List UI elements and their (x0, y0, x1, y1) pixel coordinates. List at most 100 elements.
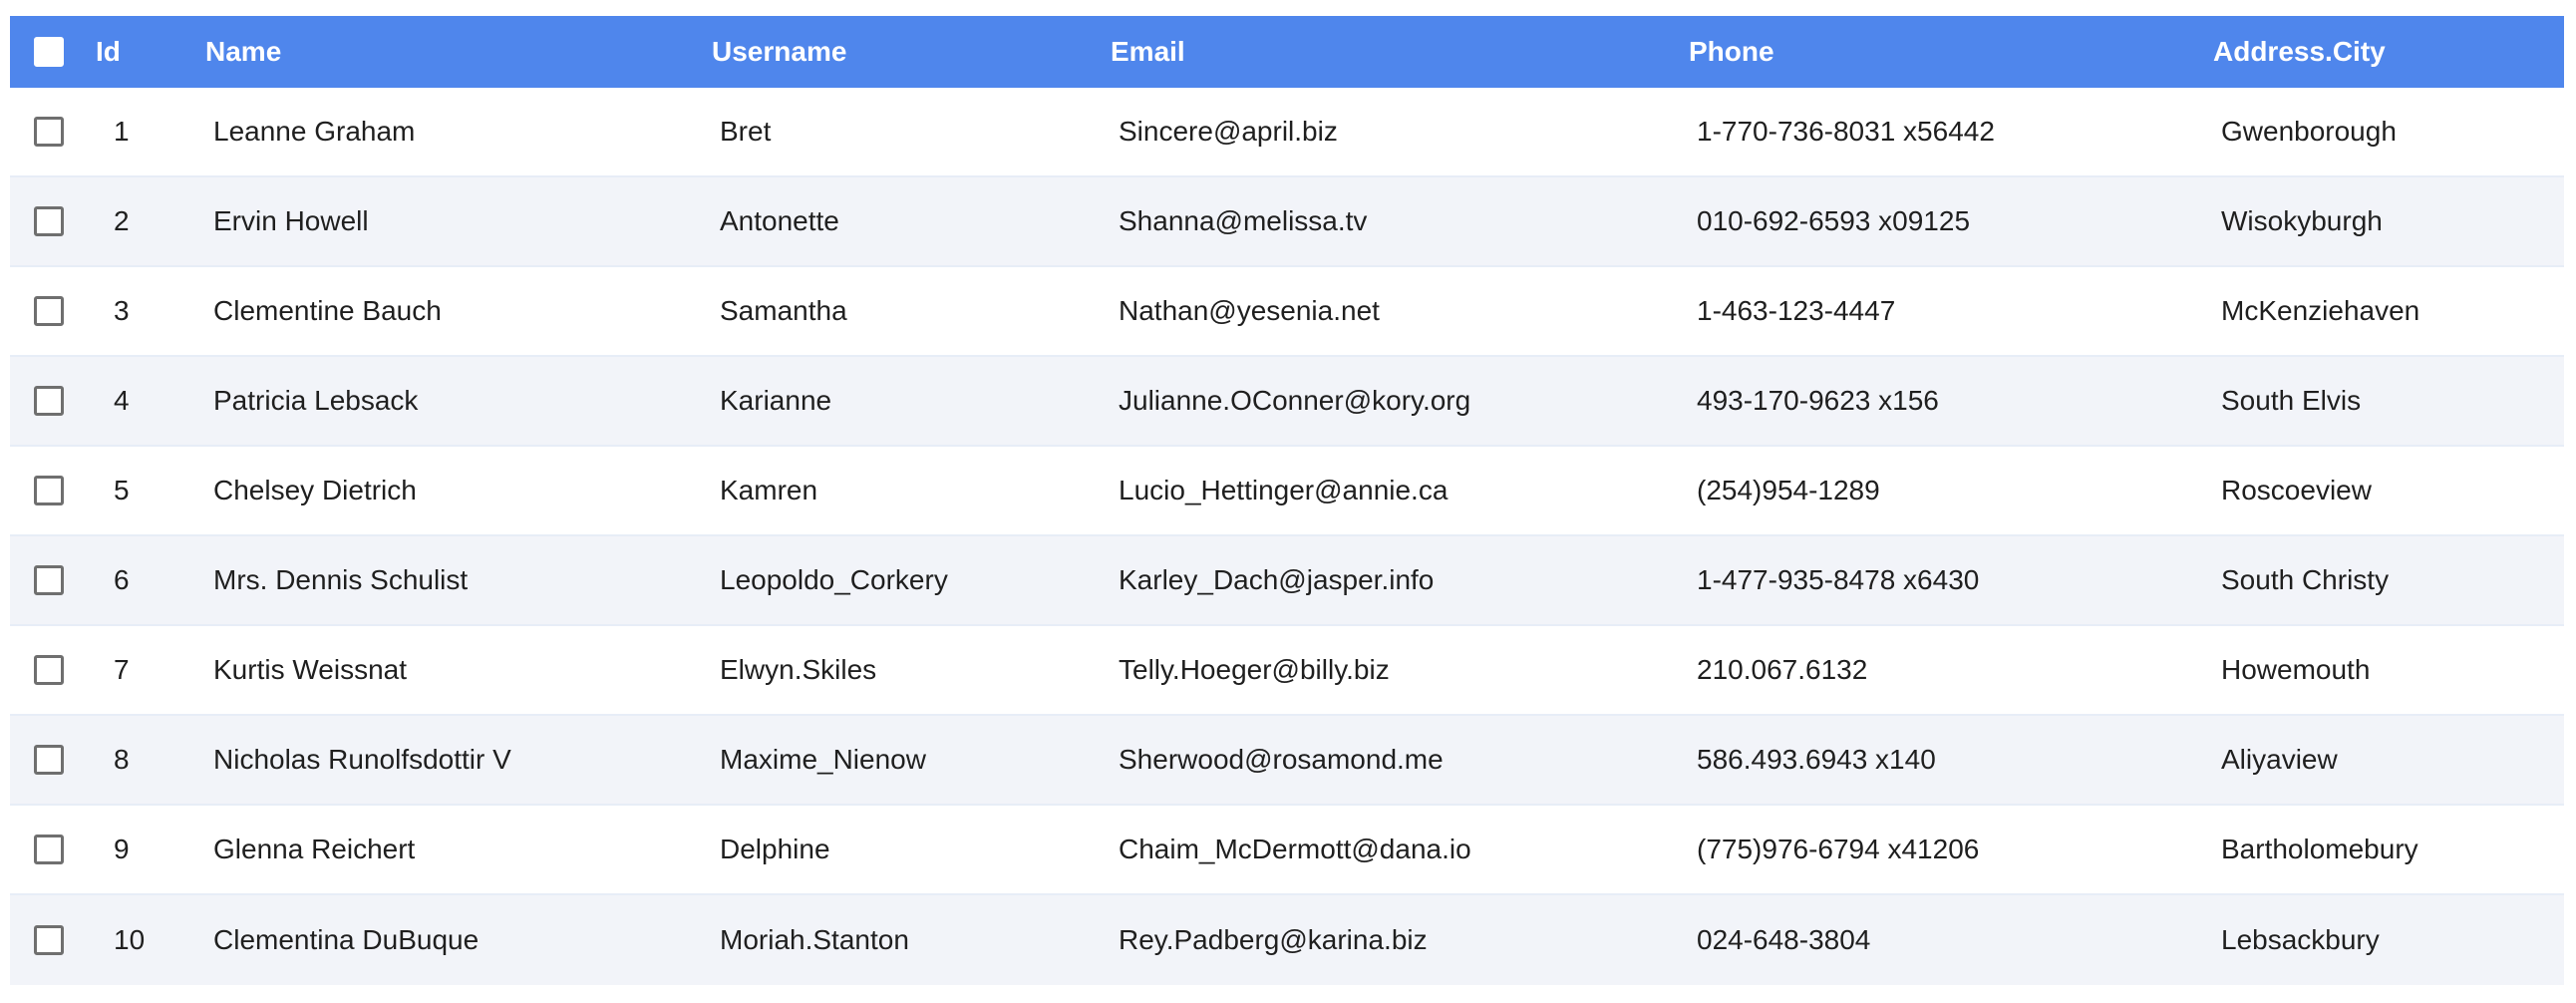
cell-id: 1 (114, 116, 130, 147)
table-row[interactable]: 7 Kurtis Weissnat Elwyn.Skiles Telly.Hoe… (10, 626, 2564, 716)
column-header-city[interactable]: Address.City (2213, 36, 2564, 68)
cell-city: Roscoeview (2221, 475, 2372, 505)
cell-phone: 586.493.6943 x140 (1697, 744, 1936, 775)
cell-phone: (254)954-1289 (1697, 475, 1880, 505)
cell-phone: 1-463-123-4447 (1697, 295, 1896, 326)
table-header: Id Name Username Email Phone Address.Cit… (10, 16, 2564, 88)
cell-id: 8 (114, 744, 130, 775)
cell-id: 9 (114, 834, 130, 864)
row-checkbox[interactable] (34, 655, 64, 685)
cell-phone: 493-170-9623 x156 (1697, 385, 1939, 416)
row-select-cell (10, 117, 96, 147)
cell-phone: 1-770-736-8031 x56442 (1697, 116, 1995, 147)
cell-name: Clementina DuBuque (213, 924, 480, 955)
cell-phone: 024-648-3804 (1697, 924, 1871, 955)
cell-phone: 210.067.6132 (1697, 654, 1868, 685)
cell-city: Aliyaview (2221, 744, 2338, 775)
row-checkbox[interactable] (34, 117, 64, 147)
cell-id: 4 (114, 385, 130, 416)
row-select-cell (10, 745, 96, 775)
cell-name: Nicholas Runolfsdottir V (213, 744, 511, 775)
table-row[interactable]: 2 Ervin Howell Antonette Shanna@melissa.… (10, 177, 2564, 267)
cell-id: 2 (114, 205, 130, 236)
row-select-cell (10, 655, 96, 685)
cell-email: Chaim_McDermott@dana.io (1119, 834, 1471, 864)
users-table: Id Name Username Email Phone Address.Cit… (10, 16, 2564, 985)
cell-phone: (775)976-6794 x41206 (1697, 834, 1980, 864)
cell-id: 3 (114, 295, 130, 326)
row-select-cell (10, 476, 96, 505)
cell-name: Kurtis Weissnat (213, 654, 407, 685)
column-header-username[interactable]: Username (712, 36, 1111, 68)
cell-username: Karianne (720, 385, 832, 416)
cell-name: Ervin Howell (213, 205, 369, 236)
cell-email: Rey.Padberg@karina.biz (1119, 924, 1428, 955)
cell-username: Kamren (720, 475, 818, 505)
cell-username: Leopoldo_Corkery (720, 564, 948, 595)
row-checkbox[interactable] (34, 745, 64, 775)
select-all-cell (10, 37, 96, 67)
cell-username: Maxime_Nienow (720, 744, 926, 775)
cell-name: Clementine Bauch (213, 295, 442, 326)
cell-city: McKenziehaven (2221, 295, 2420, 326)
row-select-cell (10, 296, 96, 326)
row-select-cell (10, 386, 96, 416)
row-checkbox[interactable] (34, 296, 64, 326)
cell-city: Howemouth (2221, 654, 2371, 685)
cell-id: 6 (114, 564, 130, 595)
cell-city: South Christy (2221, 564, 2390, 595)
cell-email: Lucio_Hettinger@annie.ca (1119, 475, 1449, 505)
cell-email: Sincere@april.biz (1119, 116, 1338, 147)
cell-city: Lebsackbury (2221, 924, 2380, 955)
select-all-checkbox[interactable] (34, 37, 64, 67)
row-checkbox[interactable] (34, 565, 64, 595)
cell-name: Glenna Reichert (213, 834, 416, 864)
cell-username: Elwyn.Skiles (720, 654, 877, 685)
cell-city: South Elvis (2221, 385, 2362, 416)
cell-email: Sherwood@rosamond.me (1119, 744, 1444, 775)
column-header-id[interactable]: Id (96, 36, 205, 68)
table-row[interactable]: 1 Leanne Graham Bret Sincere@april.biz 1… (10, 88, 2564, 177)
row-checkbox[interactable] (34, 476, 64, 505)
cell-id: 5 (114, 475, 130, 505)
cell-city: Bartholomebury (2221, 834, 2418, 864)
column-header-name[interactable]: Name (205, 36, 712, 68)
cell-email: Telly.Hoeger@billy.biz (1119, 654, 1390, 685)
table-row[interactable]: 8 Nicholas Runolfsdottir V Maxime_Nienow… (10, 716, 2564, 806)
row-checkbox[interactable] (34, 206, 64, 236)
column-header-phone[interactable]: Phone (1689, 36, 2213, 68)
table-row[interactable]: 3 Clementine Bauch Samantha Nathan@yesen… (10, 267, 2564, 357)
cell-name: Chelsey Dietrich (213, 475, 417, 505)
table-row[interactable]: 9 Glenna Reichert Delphine Chaim_McDermo… (10, 806, 2564, 895)
table-row[interactable]: 4 Patricia Lebsack Karianne Julianne.OCo… (10, 357, 2564, 447)
row-checkbox[interactable] (34, 925, 64, 955)
cell-name: Leanne Graham (213, 116, 416, 147)
cell-username: Bret (720, 116, 772, 147)
cell-name: Mrs. Dennis Schulist (213, 564, 469, 595)
table-row[interactable]: 10 Clementina DuBuque Moriah.Stanton Rey… (10, 895, 2564, 985)
row-select-cell (10, 206, 96, 236)
cell-email: Nathan@yesenia.net (1119, 295, 1380, 326)
cell-email: Karley_Dach@jasper.info (1119, 564, 1435, 595)
row-select-cell (10, 835, 96, 864)
column-header-email[interactable]: Email (1111, 36, 1689, 68)
row-select-cell (10, 925, 96, 955)
cell-username: Antonette (720, 205, 839, 236)
cell-email: Julianne.OConner@kory.org (1119, 385, 1471, 416)
cell-username: Delphine (720, 834, 830, 864)
cell-username: Moriah.Stanton (720, 924, 909, 955)
row-checkbox[interactable] (34, 835, 64, 864)
row-select-cell (10, 565, 96, 595)
cell-id: 7 (114, 654, 130, 685)
cell-name: Patricia Lebsack (213, 385, 419, 416)
row-checkbox[interactable] (34, 386, 64, 416)
cell-email: Shanna@melissa.tv (1119, 205, 1368, 236)
table-row[interactable]: 6 Mrs. Dennis Schulist Leopoldo_Corkery … (10, 536, 2564, 626)
cell-id: 10 (114, 924, 146, 955)
cell-city: Gwenborough (2221, 116, 2397, 147)
table-row[interactable]: 5 Chelsey Dietrich Kamren Lucio_Hettinge… (10, 447, 2564, 536)
cell-phone: 1-477-935-8478 x6430 (1697, 564, 1980, 595)
cell-city: Wisokyburgh (2221, 205, 2383, 236)
cell-phone: 010-692-6593 x09125 (1697, 205, 1971, 236)
cell-username: Samantha (720, 295, 847, 326)
